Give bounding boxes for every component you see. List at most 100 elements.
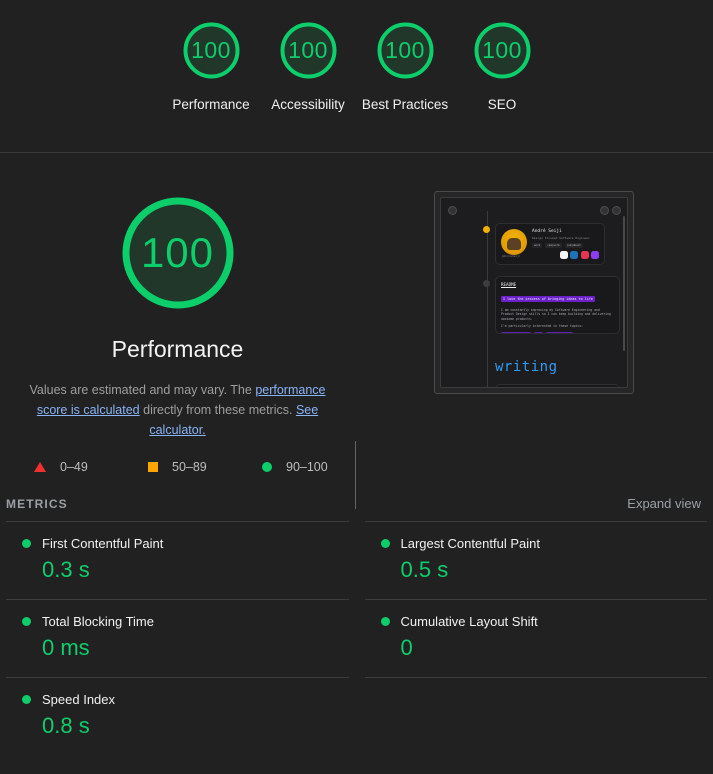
metric-name: Largest Contentful Paint [400, 536, 540, 551]
metric-value: 0.5 s [400, 557, 449, 582]
screenshot-profile-card: André Seiji Design focused Software Engi… [495, 223, 605, 265]
metric-total-blocking-time[interactable]: Total Blocking Time 0 ms [6, 599, 349, 677]
screenshot-readme-highlight: I love the process of bringing ideas to … [501, 296, 595, 302]
linkedin-icon [570, 251, 578, 259]
screenshot-profile-tag: (em)work [545, 242, 562, 248]
screenshot-profile-tag: work [532, 242, 543, 248]
screenshot-profile-name: André Seiji [532, 229, 562, 234]
screenshot-search-icon [600, 206, 609, 215]
hero-row: 100 Performance Values are estimated and… [0, 153, 713, 509]
score-gauges-strip: 100 Performance 100 Accessibility 100 Be… [0, 0, 713, 153]
screenshot-timeline-rail [487, 211, 488, 387]
triangle-icon [34, 462, 46, 472]
performance-category-section: 100 Performance Values are estimated and… [0, 153, 713, 755]
screenshot-readme-card: README I love the process of bringing id… [495, 276, 620, 334]
metric-header: First Contentful Paint [22, 536, 349, 551]
screenshot-profile-handle: @AndreSeiji [502, 254, 521, 258]
screenshot-rail-bullet-3 [483, 387, 490, 388]
screenshot-profile-tags: work (em)work (em)about [532, 242, 590, 248]
legend-label-average: 50–89 [172, 460, 207, 474]
gauge-label-seo: SEO [487, 97, 517, 112]
gauge-ring-best-practices: 100 [374, 19, 437, 82]
final-screenshot-block: André Seiji Design focused Software Engi… [355, 191, 713, 440]
score-description-text-2: directly from these metrics. [139, 403, 296, 417]
dribbble-icon [580, 251, 589, 259]
score-description-text-1: Values are estimated and may vary. The [29, 383, 256, 397]
screenshot-viewport: André Seiji Design focused Software Engi… [440, 197, 628, 388]
legend-label-pass: 90–100 [286, 460, 328, 474]
screenshot-readme-chip: Web Frontend [545, 331, 573, 333]
legend-label-fail: 0–49 [60, 460, 88, 474]
performance-gauge-large: 100 [116, 191, 240, 315]
twitch-icon [591, 251, 599, 259]
metric-name: Cumulative Layout Shift [400, 614, 538, 629]
metric-placeholder [364, 677, 707, 755]
score-scale-legend: 0–49 50–89 90–100 [0, 440, 713, 474]
gauge-label-accessibility: Accessibility [271, 97, 345, 112]
screenshot-rail-bullet-2 [483, 280, 490, 287]
metric-header: Speed Index [22, 692, 349, 707]
gauge-performance[interactable]: 100 Performance [163, 19, 260, 115]
metric-cumulative-layout-shift[interactable]: Cumulative Layout Shift 0 [364, 599, 708, 677]
screenshot-social-icons [559, 251, 599, 259]
metric-header: Cumulative Layout Shift [380, 614, 708, 629]
legend-item-average: 50–89 [148, 460, 262, 474]
metrics-grid: First Contentful Paint 0.3 s Largest Con… [0, 521, 713, 755]
metric-value: 0 ms [42, 635, 90, 660]
metric-value: 0 [400, 635, 413, 660]
screenshot-writing-heading: writing [495, 359, 558, 375]
screenshot-rail-bullet-1 [483, 226, 490, 233]
hero-vertical-divider [355, 441, 356, 509]
hero-score-block: 100 Performance Values are estimated and… [0, 191, 355, 440]
status-circle-icon [22, 695, 31, 704]
expand-view-toggle[interactable]: Expand view [627, 496, 701, 511]
screenshot-readme-heading: README [501, 282, 517, 287]
score-description: Values are estimated and may vary. The p… [13, 380, 343, 440]
metric-first-contentful-paint[interactable]: First Contentful Paint 0.3 s [6, 521, 349, 599]
metric-name: Speed Index [42, 692, 116, 707]
page-title: Performance [111, 336, 244, 362]
gauge-label-best-practices: Best Practices [361, 97, 449, 112]
square-icon [148, 462, 158, 472]
gauge-score-accessibility: 100 [288, 37, 328, 63]
screenshot-scrollbar [623, 216, 625, 351]
gauge-label-performance: Performance [172, 97, 250, 112]
metrics-header: METRICS Expand view [0, 474, 713, 521]
metric-value: 0.8 s [42, 713, 90, 738]
metric-header: Total Blocking Time [22, 614, 349, 629]
screenshot-readme-chip: UI [534, 331, 543, 333]
metric-speed-index[interactable]: Speed Index 0.8 s [6, 677, 349, 755]
gauge-seo[interactable]: 100 SEO [454, 19, 551, 115]
metric-largest-contentful-paint[interactable]: Largest Contentful Paint 0.5 s [364, 521, 708, 599]
metric-name: Total Blocking Time [42, 614, 154, 629]
screenshot-menu-icon [448, 206, 457, 215]
github-icon [559, 251, 568, 259]
gauge-ring-performance: 100 [180, 19, 243, 82]
status-circle-icon [380, 617, 390, 626]
gauge-ring-seo: 100 [471, 19, 534, 82]
screenshot-profile-role: Design focused Software Engineer [532, 235, 590, 240]
legend-item-fail: 0–49 [34, 460, 148, 474]
screenshot-readme-body-1: I am constantly improving my Software En… [501, 308, 611, 321]
gauge-score-performance: 100 [191, 37, 231, 63]
status-circle-icon [22, 617, 31, 626]
status-circle-icon [22, 539, 31, 548]
gauge-accessibility[interactable]: 100 Accessibility [260, 19, 357, 115]
status-circle-icon [380, 539, 390, 548]
legend-item-pass: 90–100 [262, 460, 376, 474]
screenshot-readme-body-2: I'm particularly interested in these top… [501, 324, 583, 329]
avatar [501, 229, 527, 255]
gauge-score-best-practices: 100 [385, 37, 425, 63]
screenshot-blog-card: BLOG Okem Labs I write about motivation,… [495, 384, 620, 387]
metric-name: First Contentful Paint [42, 536, 164, 551]
gauge-score-seo: 100 [482, 37, 522, 63]
screenshot-theme-icon [612, 206, 621, 215]
performance-score-large: 100 [140, 229, 215, 276]
final-screenshot-thumbnail[interactable]: André Seiji Design focused Software Engi… [434, 191, 634, 394]
gauge-best-practices[interactable]: 100 Best Practices [357, 19, 454, 115]
metric-header: Largest Contentful Paint [380, 536, 708, 551]
metrics-section-title: METRICS [6, 496, 68, 511]
metric-value: 0.3 s [42, 557, 90, 582]
gauge-ring-accessibility: 100 [277, 19, 340, 82]
circle-icon [262, 462, 272, 472]
